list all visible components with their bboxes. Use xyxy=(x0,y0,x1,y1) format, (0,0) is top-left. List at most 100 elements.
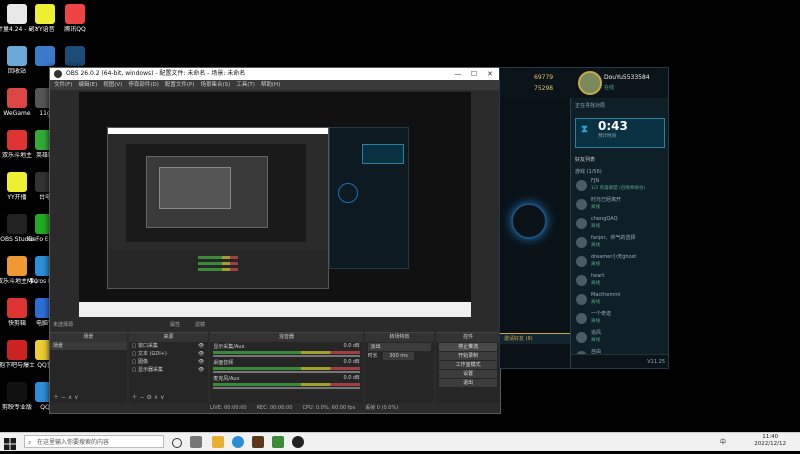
app-icon xyxy=(35,46,55,66)
minimize-icon[interactable]: — xyxy=(450,68,466,80)
volume-slider[interactable] xyxy=(213,371,360,373)
filters-button[interactable]: 滤镜 xyxy=(195,321,205,328)
friend-avatar xyxy=(576,256,587,267)
obs-menu-item[interactable]: 场景集合(S) xyxy=(200,80,230,90)
volume-slider[interactable] xyxy=(213,387,360,389)
friend-avatar xyxy=(576,313,587,324)
desktop-icon-label: 回收站 xyxy=(7,68,26,75)
source-item[interactable]: ▢ 窗口采集 👁 xyxy=(129,342,209,350)
obs-menu-item[interactable]: 编辑(E) xyxy=(78,80,97,90)
search-input[interactable]: ⌕ 在这里输入你要搜索的内容 xyxy=(24,435,164,448)
wegame-taskbar-icon[interactable] xyxy=(252,436,264,448)
desktop: 计量4.24 - 副本111回收站WeGame双乐斗地主YY开播OBS Stud… xyxy=(0,0,800,432)
friend-status: 离线 xyxy=(591,205,600,210)
avatar[interactable] xyxy=(578,71,602,95)
friend-item[interactable]: fanjer、帅气的选择 离线 xyxy=(571,234,668,253)
clock[interactable]: 11:40 2022/12/12 xyxy=(754,434,786,448)
volume-slider[interactable] xyxy=(213,355,360,357)
obs-menubar: 文件(F) 编辑(E) 视图(V) 停靠部件(D) 配置文件(P) 场景集合(S) 工具(T… xyxy=(50,80,500,90)
controls-panel: 控件 停止推流 开始录制 工作室模式 设置 退出 xyxy=(436,332,501,403)
obs-menu-item[interactable]: 文件(F) xyxy=(54,80,72,90)
nested-taskbar xyxy=(79,302,471,317)
group-label[interactable]: 游戏 (1/56) xyxy=(571,166,668,177)
task-view-icon[interactable] xyxy=(190,436,202,448)
friend-item[interactable]: heart 离线 xyxy=(571,272,668,291)
obs-menu-item[interactable]: 帮助(H) xyxy=(261,80,280,90)
cpu-status: CPU: 0.0%, 60.00 fps xyxy=(302,405,356,411)
friend-name: 时光已经离开 xyxy=(591,197,622,203)
visibility-icon[interactable]: 👁 xyxy=(198,350,208,358)
friend-item[interactable]: dreamer小天ghost 离线 xyxy=(571,253,668,272)
app-icon xyxy=(7,256,27,276)
friend-item[interactable]: chengQAQ 离线 xyxy=(571,215,668,234)
control-button[interactable]: 停止推流 xyxy=(439,343,498,351)
friend-status: 离线 xyxy=(591,262,600,267)
friend-status: 离线 xyxy=(591,338,600,343)
visibility-icon[interactable]: 👁 xyxy=(198,358,208,366)
transitions-header: 转场特效 xyxy=(364,333,435,342)
control-button[interactable]: 工作室模式 xyxy=(439,361,498,369)
queue-orb xyxy=(511,203,547,239)
properties-button[interactable]: 属性 xyxy=(170,321,180,328)
volume-meter xyxy=(213,367,360,370)
obs-titlebar[interactable]: OBS 26.0.2 (64-bit, windows) - 配置文件: 未命名… xyxy=(50,68,500,80)
source-item[interactable]: ▢ 显示器采集 👁 xyxy=(129,366,209,374)
obs-menu-item[interactable]: 工具(T) xyxy=(236,80,255,90)
windows-start-icon[interactable] xyxy=(4,435,16,450)
app-icon xyxy=(7,340,27,360)
ime-indicator[interactable]: 中 xyxy=(720,437,726,446)
source-item[interactable]: ▢ 图像 👁 xyxy=(129,358,209,366)
friend-item[interactable]: 时光已经离开 离线 xyxy=(571,196,668,215)
no-source-label: 未选择源 xyxy=(53,322,74,328)
obs-menu-item[interactable]: 配置文件(P) xyxy=(165,80,195,90)
desktop-icon[interactable] xyxy=(55,46,95,68)
game-client-window: 69779 75298 DouYu5533584 在线 邀请好友 (8) 正在寻… xyxy=(499,67,669,369)
mixer-channel: 桌面音频 0.0 dB xyxy=(210,358,362,374)
friend-item[interactable]: FJN 1/2 英雄联盟 (召唤师峡谷) xyxy=(571,177,668,196)
source-add-icon[interactable]: ＋ − ⚙ ∧ ∨ xyxy=(132,392,165,401)
friend-item[interactable]: 一个奇迹 离线 xyxy=(571,310,668,329)
file-explorer-icon[interactable] xyxy=(212,436,224,448)
visibility-icon[interactable]: 👁 xyxy=(198,366,208,374)
timer-icon: ⧗ xyxy=(581,124,589,135)
obs-menu-item[interactable]: 视图(V) xyxy=(103,80,122,90)
invite-bar[interactable]: 邀请好友 (8) xyxy=(500,333,574,344)
visibility-icon[interactable]: 👁 xyxy=(198,342,208,350)
taskbar: ⌕ 在这里输入你要搜索的内容 中 11:40 2022/12/12 xyxy=(0,432,800,451)
friend-name: fanjer、帅气的选择 xyxy=(591,235,636,241)
control-button[interactable]: 设置 xyxy=(439,370,498,378)
obs-taskbar-icon[interactable] xyxy=(292,436,304,448)
obs-menu-item[interactable]: 停靠部件(D) xyxy=(128,80,159,90)
close-icon[interactable]: ✕ xyxy=(482,68,498,80)
duration-row: 时长 300 ms xyxy=(365,352,435,360)
obs-title: OBS 26.0.2 (64-bit, windows) - 配置文件: 未命名… xyxy=(66,70,246,77)
duration-input[interactable]: 300 ms xyxy=(383,352,414,360)
mixer-channel: 麦克风/Aux 0.0 dB xyxy=(210,374,362,390)
friend-name: heart xyxy=(591,273,605,279)
desktop-icon[interactable]: 腾讯QQ xyxy=(55,4,95,33)
control-button[interactable]: 开始录制 xyxy=(439,352,498,360)
app-icon xyxy=(7,172,27,192)
cortana-icon[interactable] xyxy=(172,438,182,448)
scene-item[interactable]: 场景 xyxy=(50,342,127,350)
source-item[interactable]: ▢ 文本 (GDI+) 👁 xyxy=(129,350,209,358)
friend-status: 离线 xyxy=(591,281,600,286)
control-button[interactable]: 退出 xyxy=(439,379,498,387)
lol-taskbar-icon[interactable] xyxy=(272,436,284,448)
friend-name: dreamer小天ghost xyxy=(591,254,637,260)
friend-status: 离线 xyxy=(591,243,600,248)
friend-item[interactable]: Macthemmi 离线 xyxy=(571,291,668,310)
edge-icon[interactable] xyxy=(232,436,244,448)
queue-timer[interactable]: ⧗ 0:43 预计时间 xyxy=(575,118,665,148)
obs-preview[interactable] xyxy=(79,92,471,317)
nested-client xyxy=(329,127,409,269)
mixer-channel: 显示采集/Aux 0.0 dB xyxy=(210,342,362,358)
channel-db: 0.0 dB xyxy=(343,375,360,381)
scenes-header: 场景 xyxy=(50,333,127,342)
friend-item[interactable]: 追风 离线 xyxy=(571,329,668,348)
scene-add-icon[interactable]: ＋ − ∧ ∨ xyxy=(53,392,79,401)
channel-name: 桌面音频 xyxy=(213,360,234,366)
maximize-icon[interactable]: ☐ xyxy=(466,68,482,80)
client-header: 69779 75298 DouYu5533584 在线 xyxy=(500,68,668,99)
transition-select[interactable]: 淡出 xyxy=(367,343,432,351)
